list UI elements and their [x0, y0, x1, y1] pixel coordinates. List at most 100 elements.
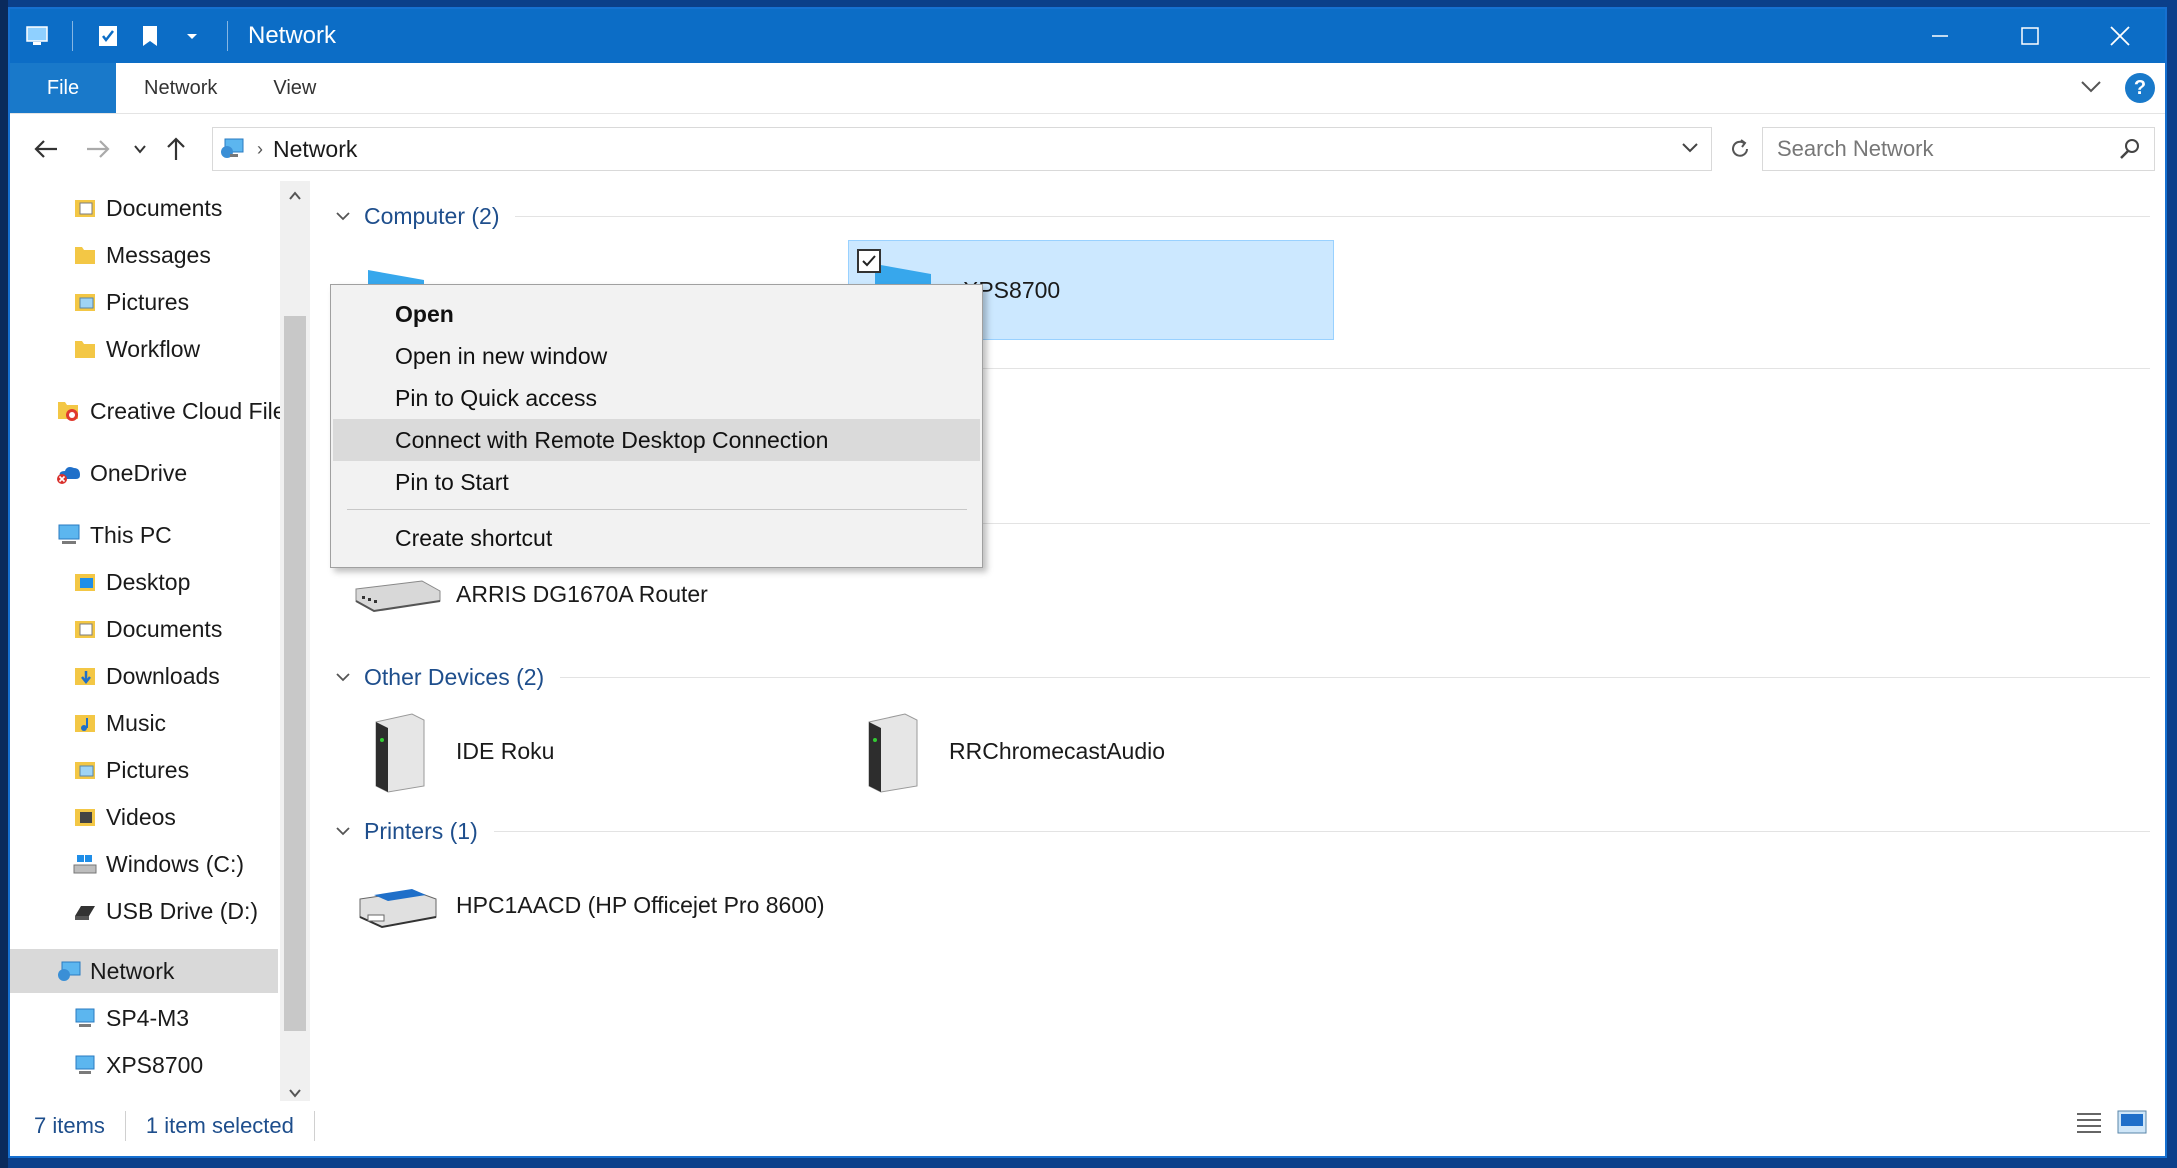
- chevron-up-icon: [289, 191, 301, 200]
- refresh-button[interactable]: [1720, 127, 1760, 171]
- up-button[interactable]: [156, 124, 196, 174]
- tab-file[interactable]: File: [10, 63, 116, 113]
- title-bar[interactable]: Network: [10, 9, 2165, 63]
- sidebar-item-network[interactable]: Network: [10, 949, 278, 993]
- menu-item-label: Pin to Start: [395, 468, 509, 495]
- menu-item-label: Open: [395, 300, 454, 327]
- sidebar-item-label: Desktop: [106, 568, 191, 595]
- help-icon[interactable]: ?: [2125, 73, 2155, 103]
- sidebar-scrollbar[interactable]: [280, 181, 310, 1101]
- menu-item-open-new-window[interactable]: Open in new window: [333, 335, 980, 377]
- sidebar-item-label: Downloads: [106, 662, 220, 689]
- device-name: RRChromecastAudio: [949, 737, 1166, 764]
- sidebar-item-label: Pictures: [106, 756, 190, 783]
- sidebar-item-music[interactable]: Music: [72, 701, 166, 745]
- address-bar[interactable]: › Network: [212, 127, 1712, 171]
- sidebar-item-messages[interactable]: Messages: [72, 233, 211, 277]
- customize-toolbar-icon[interactable]: [179, 23, 205, 49]
- menu-item-label: Connect with Remote Desktop Connection: [395, 426, 829, 453]
- sidebar-item-windows-c[interactable]: Windows (C:): [72, 842, 244, 886]
- maximize-icon: [2021, 27, 2039, 45]
- folder-icon: [72, 336, 98, 362]
- item-count: 7 items: [34, 1113, 105, 1138]
- menu-separator: [347, 509, 967, 510]
- expand-ribbon-button[interactable]: [2079, 74, 2103, 103]
- sidebar-item-pictures[interactable]: Pictures: [72, 280, 189, 324]
- properties-icon[interactable]: [95, 23, 121, 49]
- search-box[interactable]: [1762, 127, 2155, 171]
- tab-view[interactable]: View: [245, 63, 344, 113]
- sidebar-item-workflow[interactable]: Workflow: [72, 327, 200, 371]
- printer-item[interactable]: HPC1AACD (HP Officejet Pro 8600): [352, 855, 972, 955]
- sidebar-item-documents-pc[interactable]: Documents: [72, 607, 222, 651]
- scroll-up-button[interactable]: [280, 181, 310, 211]
- minimize-button[interactable]: [1895, 9, 1985, 63]
- sidebar-item-this-pc[interactable]: This PC: [56, 513, 172, 557]
- back-button[interactable]: [20, 124, 72, 174]
- maximize-button[interactable]: [1985, 9, 2075, 63]
- sidebar-item-xps8700[interactable]: XPS8700: [72, 1043, 203, 1087]
- device-tower-icon: [352, 706, 442, 796]
- menu-item-label: Pin to Quick access: [395, 384, 597, 411]
- scroll-thumb[interactable]: [284, 316, 306, 1031]
- device-item-rrchromecastaudio[interactable]: RRChromecastAudio: [845, 701, 1325, 801]
- back-arrow-icon: [34, 140, 57, 158]
- drive-icon: [72, 851, 98, 877]
- tab-network[interactable]: Network: [116, 63, 245, 113]
- group-header-computer[interactable]: Computer (2): [330, 196, 2150, 236]
- sidebar-item-label: Workflow: [106, 335, 201, 362]
- close-button[interactable]: [2075, 9, 2165, 63]
- sidebar-item-creative-cloud[interactable]: Creative Cloud Files: [56, 389, 297, 433]
- address-history-dropdown[interactable]: [1679, 136, 1701, 163]
- sidebar-item-label: Network: [90, 957, 175, 984]
- status-divider: [313, 1111, 315, 1141]
- videos-folder-icon: [72, 804, 98, 830]
- menu-item-open[interactable]: Open: [333, 293, 980, 335]
- selection-checkbox[interactable]: [857, 249, 881, 273]
- menu-item-pin-quick-access[interactable]: Pin to Quick access: [333, 377, 980, 419]
- status-bar: 7 items 1 item selected: [10, 1096, 2165, 1156]
- network-app-icon: [24, 23, 50, 49]
- documents-folder-icon: [72, 195, 98, 221]
- large-icons-view-icon[interactable]: [2117, 1110, 2147, 1140]
- selection-count: 1 item selected: [145, 1113, 294, 1138]
- menu-item-create-shortcut[interactable]: Create shortcut: [333, 517, 980, 559]
- quick-access-toolbar: [10, 21, 234, 51]
- chevron-down-icon: [134, 145, 146, 154]
- sidebar-item-pictures-pc[interactable]: Pictures: [72, 748, 189, 792]
- details-view-icon[interactable]: [2075, 1110, 2103, 1140]
- menu-item-remote-desktop[interactable]: Connect with Remote Desktop Connection: [333, 419, 980, 461]
- sidebar-item-downloads[interactable]: Downloads: [72, 654, 220, 698]
- sidebar-item-label: Messages: [106, 241, 211, 268]
- search-input[interactable]: [1775, 135, 2099, 163]
- menu-item-label: Create shortcut: [395, 524, 553, 551]
- toolbar-divider: [72, 21, 73, 51]
- menu-item-pin-to-start[interactable]: Pin to Start: [333, 461, 980, 503]
- forward-arrow-icon: [87, 140, 110, 158]
- sidebar-item-desktop[interactable]: Desktop: [72, 560, 190, 604]
- group-divider: [515, 215, 2150, 217]
- sidebar-item-onedrive[interactable]: OneDrive: [56, 451, 187, 495]
- desktop-folder-icon: [72, 569, 98, 595]
- sidebar-item-documents[interactable]: Documents: [72, 186, 222, 230]
- recent-locations-button[interactable]: [124, 124, 156, 174]
- group-header-other-devices[interactable]: Other Devices (2): [330, 657, 2150, 697]
- breadcrumb-separator-icon: ›: [257, 138, 263, 159]
- new-folder-icon[interactable]: [137, 23, 163, 49]
- up-arrow-icon: [167, 137, 185, 160]
- sidebar-item-videos[interactable]: Videos: [72, 795, 176, 839]
- breadcrumb-network[interactable]: Network: [273, 136, 357, 163]
- forward-button[interactable]: [72, 124, 124, 174]
- sidebar-item-sp4-m3[interactable]: SP4-M3: [72, 996, 189, 1040]
- chevron-down-icon: [330, 210, 356, 222]
- desktop-background: [0, 0, 8, 1168]
- device-item-ide-roku[interactable]: IDE Roku: [352, 701, 792, 801]
- sidebar-item-usb-drive[interactable]: USB Drive (D:): [72, 889, 258, 933]
- search-icon[interactable]: [2118, 137, 2142, 166]
- group-header-printers[interactable]: Printers (1): [330, 811, 2150, 851]
- usb-drive-icon: [72, 898, 98, 924]
- sidebar-item-label: Windows (C:): [106, 850, 245, 877]
- group-divider: [493, 830, 2150, 832]
- group-label: Other Devices (2): [364, 663, 545, 690]
- chevron-down-icon: [330, 671, 356, 683]
